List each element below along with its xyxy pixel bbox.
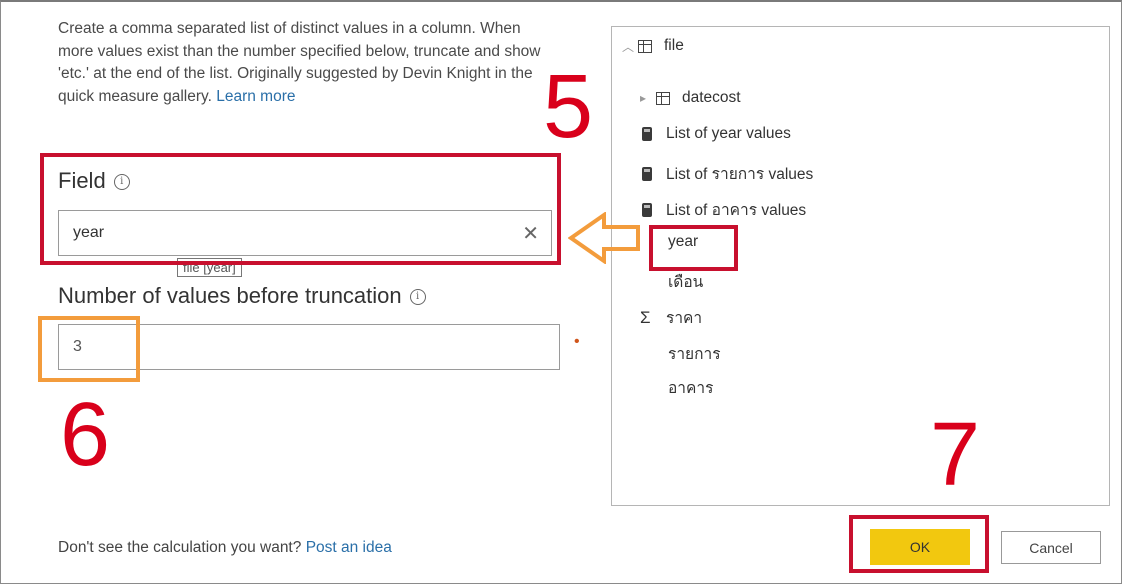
annotation-box-year (649, 225, 738, 271)
footer: Don't see the calculation you want? Post… (58, 539, 392, 557)
tree-item-month[interactable]: เดือน (668, 269, 703, 294)
tree-item-label: ราคา (666, 310, 703, 327)
tree-item-price[interactable]: Σ ราคา (640, 305, 702, 330)
tree-item-akan[interactable]: อาคาร (668, 375, 713, 400)
annotation-step-5: 5 (543, 57, 594, 157)
tree-item-label: เดือน (668, 274, 704, 291)
tree-item-datecost[interactable]: ▸ datecost (640, 89, 741, 107)
calculator-icon (642, 166, 652, 181)
tree-item-label: รายการ (668, 346, 721, 363)
annotation-step-6: 6 (60, 385, 111, 485)
tree-item-list-year[interactable]: List of year values (642, 125, 791, 143)
post-idea-link[interactable]: Post an idea (306, 539, 392, 556)
tree-item-label: datecost (682, 89, 741, 106)
tree-item-label: List of อาคาร values (666, 202, 807, 219)
required-indicator: • (574, 333, 580, 350)
tree-item-list-akan[interactable]: List of อาคาร values (642, 197, 806, 222)
annotation-step-7: 7 (930, 405, 981, 505)
description-text: Create a comma separated list of distinc… (58, 20, 541, 105)
table-name: file (664, 37, 684, 54)
arrow-left-icon (568, 212, 640, 264)
sigma-icon: Σ (640, 307, 651, 327)
calculator-icon (642, 127, 652, 141)
truncation-label-text: Number of values before truncation (58, 283, 402, 308)
annotation-box-truncation (38, 316, 140, 382)
footer-text: Don't see the calculation you want? (58, 539, 302, 556)
learn-more-link[interactable]: Learn more (216, 88, 295, 105)
table-icon (638, 39, 652, 53)
annotation-box-ok (849, 515, 989, 573)
truncation-label: Number of values before truncation i (58, 283, 426, 309)
chevron-right-icon[interactable]: ▸ (640, 91, 656, 105)
description: Create a comma separated list of distinc… (58, 18, 558, 108)
info-icon[interactable]: i (409, 289, 426, 306)
tree-item-label: อาคาร (668, 380, 714, 397)
annotation-box-field (40, 153, 561, 265)
calculator-icon (642, 202, 652, 217)
chevron-up-icon[interactable]: ︿ (622, 38, 638, 55)
tree-item-label: List of year values (666, 125, 791, 142)
tree-item-rayakan[interactable]: รายการ (668, 341, 721, 366)
tree-table-file[interactable]: ︿ file (622, 37, 684, 55)
table-icon (656, 91, 670, 105)
tree-item-label: List of รายการ values (666, 166, 814, 183)
tree-item-list-rayakan[interactable]: List of รายการ values (642, 161, 813, 186)
cancel-button[interactable]: Cancel (1001, 531, 1101, 564)
